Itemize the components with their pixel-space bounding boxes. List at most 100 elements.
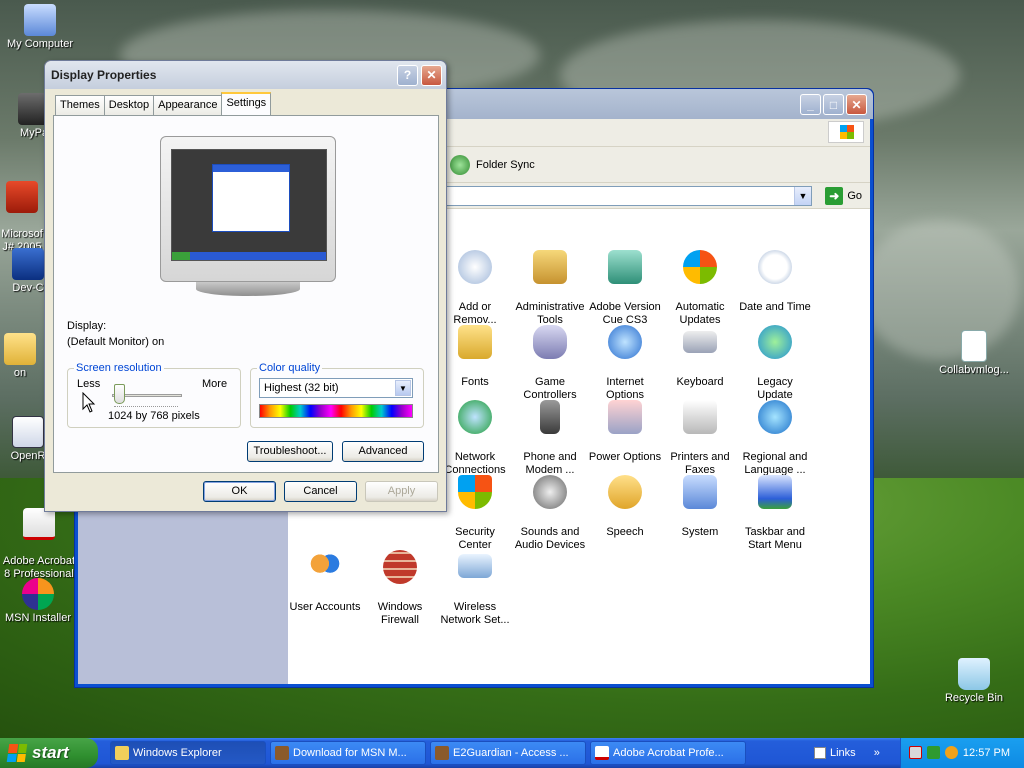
- ok-button[interactable]: OK: [203, 481, 276, 502]
- windows-flag-icon: [6, 744, 28, 762]
- computer-icon: [683, 475, 717, 509]
- keyboard-icon: [683, 331, 717, 353]
- more-label: More: [202, 378, 228, 390]
- taskbar-icon: [758, 475, 792, 509]
- links-label: Links: [830, 747, 856, 759]
- display-value: (Default Monitor) on: [67, 336, 165, 348]
- help-icon: [814, 747, 826, 759]
- tab-desktop[interactable]: Desktop: [103, 95, 155, 115]
- monitor-preview[interactable]: [160, 136, 336, 296]
- maximize-button[interactable]: □: [823, 94, 844, 115]
- desktop-icon-label: Recycle Bin: [944, 692, 1004, 704]
- color-quality-group: Color quality Highest (32 bit) ▼: [250, 362, 424, 428]
- tray-app-icon[interactable]: [927, 746, 940, 759]
- windows-update-icon: [683, 250, 717, 284]
- color-quality-select[interactable]: Highest (32 bit) ▼: [259, 378, 413, 398]
- resolution-slider-thumb[interactable]: [114, 384, 125, 404]
- resolution-value: 1024 by 768 pixels: [108, 410, 200, 422]
- preview-titlebar: [213, 165, 289, 172]
- task-label: Adobe Acrobat Profe...: [613, 747, 724, 759]
- globe-stand-icon: [758, 400, 792, 434]
- msn-butterfly-icon: [22, 578, 54, 610]
- users-icon: [308, 550, 342, 584]
- network-disconnected-icon[interactable]: [909, 746, 922, 759]
- search-icon[interactable]: [945, 746, 958, 759]
- speech-bubble-icon: [608, 475, 642, 509]
- less-label: Less: [77, 378, 101, 390]
- cp-item-label: Speech: [606, 526, 644, 538]
- address-dropdown-button[interactable]: ▼: [794, 187, 811, 205]
- cancel-button[interactable]: Cancel: [284, 481, 357, 502]
- system-tray: 12:57 PM: [900, 738, 1024, 768]
- network-globe-icon: [458, 400, 492, 434]
- dialog-titlebar[interactable]: Display Properties ? ✕: [45, 61, 446, 89]
- tab-settings[interactable]: Settings: [221, 92, 272, 115]
- chevron-right-icon[interactable]: »: [874, 747, 880, 759]
- preview-taskbar: [172, 252, 326, 260]
- desktop-icon-msn-installer[interactable]: MSN Installer: [0, 578, 78, 624]
- links-toolbar[interactable]: Links »: [814, 741, 880, 765]
- close-button[interactable]: ✕: [421, 65, 442, 86]
- desktop-icon-label: Collabvmlog...: [939, 364, 1009, 376]
- desktop-icon-recycle-bin[interactable]: Recycle Bin: [934, 658, 1014, 704]
- windows-logo-icon: [828, 121, 864, 143]
- tab-appearance[interactable]: Appearance: [153, 95, 223, 115]
- cp-item-power-options[interactable]: Power Options: [585, 387, 665, 464]
- folder-icon: [4, 333, 36, 365]
- task-windows-explorer[interactable]: Windows Explorer: [110, 741, 266, 765]
- version-cue-icon: [608, 250, 642, 284]
- preview-window: [212, 164, 290, 232]
- cp-item-keyboard[interactable]: Keyboard: [660, 312, 740, 389]
- folder-sync-button[interactable]: Folder Sync: [450, 155, 535, 175]
- monitor-case: [160, 136, 336, 282]
- close-button[interactable]: ✕: [846, 94, 867, 115]
- desktop-icon-label: Adobe Acrobat 8 Professional: [2, 555, 76, 580]
- cp-item-fonts[interactable]: Fonts: [435, 312, 515, 389]
- apply-button[interactable]: Apply: [365, 481, 438, 502]
- task-adobe-acrobat[interactable]: Adobe Acrobat Profe...: [590, 741, 746, 765]
- speaker-icon: [533, 475, 567, 509]
- window-controls: _ □ ✕: [800, 94, 867, 115]
- desktop-icon-label: My Computer: [6, 38, 74, 50]
- start-button[interactable]: start: [0, 738, 98, 768]
- task-label: Windows Explorer: [133, 747, 222, 759]
- task-label: E2Guardian - Access ...: [453, 747, 569, 759]
- chevron-down-icon[interactable]: ▼: [395, 380, 411, 396]
- cp-item-windows-firewall[interactable]: Windows Firewall: [360, 537, 440, 627]
- go-button[interactable]: ➜ Go: [825, 187, 862, 205]
- tab-themes[interactable]: Themes: [55, 95, 105, 115]
- browser-icon: [435, 746, 449, 760]
- cp-item-user-accounts[interactable]: User Accounts: [285, 537, 365, 614]
- wireless-icon: [458, 554, 492, 578]
- desktop-icon-my-computer[interactable]: My Computer: [0, 4, 80, 50]
- troubleshoot-button[interactable]: Troubleshoot...: [247, 441, 333, 462]
- shield-icon: [458, 475, 492, 509]
- monitor-stand: [196, 282, 300, 296]
- cp-item-taskbar-start-menu[interactable]: Taskbar and Start Menu: [735, 462, 815, 552]
- admin-tools-icon: [533, 250, 567, 284]
- help-button[interactable]: ?: [397, 65, 418, 86]
- update-arrow-icon: [758, 325, 792, 359]
- task-label: Download for MSN M...: [293, 747, 407, 759]
- cp-item-date-time[interactable]: Date and Time: [735, 237, 815, 314]
- advanced-button[interactable]: Advanced: [342, 441, 424, 462]
- desktop-icon-collabvmlog[interactable]: Collabvmlog...: [934, 330, 1014, 376]
- cp-item-system[interactable]: System: [660, 462, 740, 539]
- screen-resolution-group: Screen resolution Less More 1024 by 768 …: [67, 362, 241, 428]
- mouse-cursor-icon: [82, 392, 96, 413]
- minimize-button[interactable]: _: [800, 94, 821, 115]
- task-download-msn[interactable]: Download for MSN M...: [270, 741, 426, 765]
- cp-item-wireless-network[interactable]: Wireless Network Set...: [435, 537, 515, 627]
- browser-icon: [275, 746, 289, 760]
- cp-item-label: Sounds and Audio Devices: [514, 526, 586, 551]
- settings-panel: Display: (Default Monitor) on Screen res…: [53, 115, 439, 473]
- taskbar: start Windows Explorer Download for MSN …: [0, 738, 1024, 768]
- display-properties-dialog: Display Properties ? ✕ Themes Desktop Ap…: [44, 60, 447, 512]
- slider-ticks: [114, 406, 178, 409]
- task-e2guardian[interactable]: E2Guardian - Access ...: [430, 741, 586, 765]
- cp-item-sounds-audio[interactable]: Sounds and Audio Devices: [510, 462, 590, 552]
- screen-resolution-legend: Screen resolution: [76, 362, 162, 374]
- windows-flag-icon: [840, 125, 854, 139]
- cp-item-speech[interactable]: Speech: [585, 462, 665, 539]
- clock[interactable]: 12:57 PM: [963, 747, 1010, 759]
